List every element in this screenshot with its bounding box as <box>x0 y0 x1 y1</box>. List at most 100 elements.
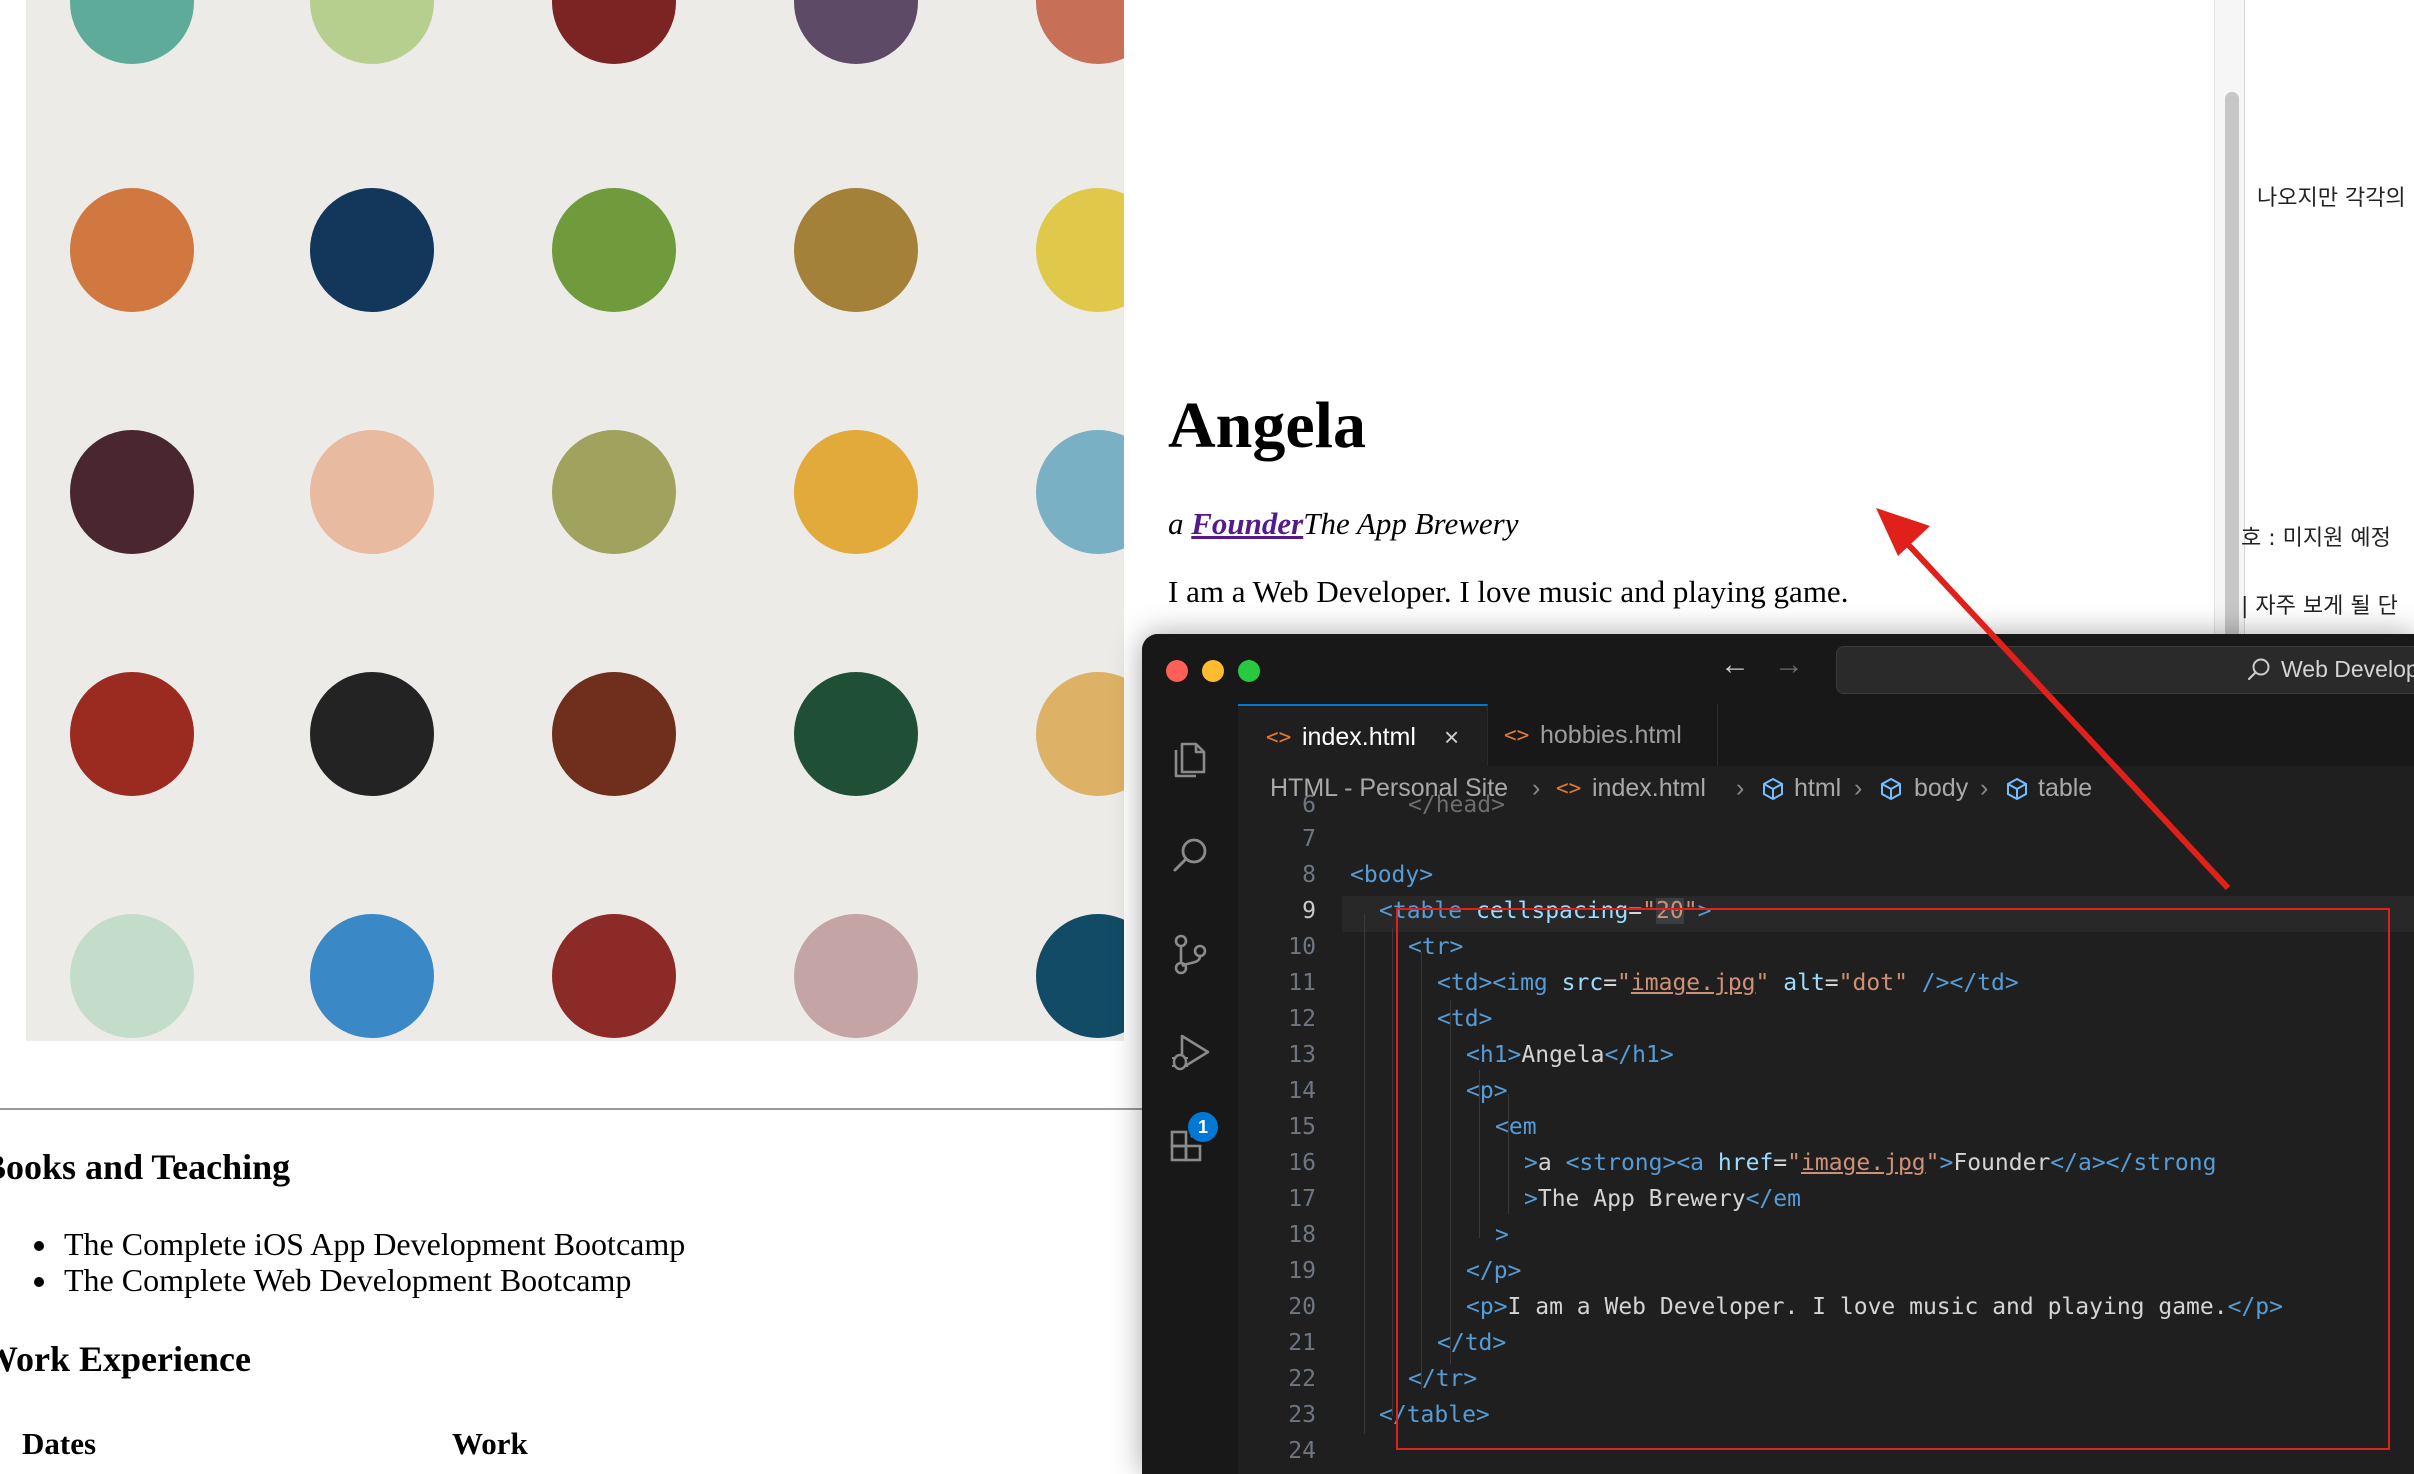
line-number: 24 <box>1288 1438 1316 1464</box>
editor-tabs: <> index.html × <> hobbies.html <box>1238 704 2414 767</box>
element-cube-icon <box>2007 777 2027 801</box>
painted-dot <box>794 672 918 796</box>
painted-dot <box>1036 672 1124 796</box>
search-icon <box>2247 658 2270 681</box>
line-number: 10 <box>1288 934 1316 960</box>
activity-bar: 1 <box>1142 704 1239 1474</box>
painted-dot <box>552 0 676 64</box>
line-number: 14 <box>1288 1078 1316 1104</box>
back-arrow-icon[interactable]: ← <box>1720 648 1750 682</box>
painted-dot <box>70 914 194 1038</box>
tab-hobbies-html[interactable]: <> hobbies.html <box>1488 704 1718 766</box>
element-cube-icon <box>1881 777 1901 801</box>
painted-dot <box>310 188 434 312</box>
command-center-label: Web Development <box>2281 656 2414 682</box>
html-file-icon: <> <box>1556 776 1582 800</box>
line-number: 20 <box>1288 1294 1316 1320</box>
title-bar: ← → Web Development <box>1142 634 2414 705</box>
line-number: 22 <box>1288 1366 1316 1392</box>
annotation-highlight-box <box>1396 908 2390 1450</box>
indent-guide <box>1392 928 1393 1416</box>
tab-label: index.html <box>1302 723 1416 751</box>
painted-dot <box>310 0 434 64</box>
line-number: 11 <box>1288 970 1316 996</box>
background-text: 나오지만 각각의 <box>2257 186 2406 211</box>
breadcrumb-body[interactable]: body <box>1914 766 1968 810</box>
line-number: 18 <box>1288 1222 1316 1248</box>
painted-dot <box>1036 430 1124 554</box>
close-icon[interactable]: × <box>1444 706 1459 768</box>
line-number: 19 <box>1288 1258 1316 1284</box>
chevron-right-icon: › <box>1854 774 1863 802</box>
painted-dot <box>310 430 434 554</box>
painted-dot <box>70 0 194 64</box>
element-cube-icon <box>1763 777 1783 801</box>
table-header-work: Work <box>452 1426 528 1461</box>
explorer-files-icon[interactable] <box>1166 734 1214 782</box>
line-number: 15 <box>1288 1114 1316 1140</box>
painted-dot <box>310 672 434 796</box>
dot-painting-image <box>26 0 1124 1041</box>
painted-dot <box>70 672 194 796</box>
work-heading: Work Experience <box>0 1339 251 1379</box>
chevron-right-icon: › <box>1980 774 1989 802</box>
list-item: The Complete iOS App Development Bootcam… <box>26 1226 685 1262</box>
books-heading: Books and Teaching <box>0 1147 291 1187</box>
painted-dot <box>552 188 676 312</box>
forward-arrow-icon[interactable]: → <box>1774 648 1804 682</box>
painted-dot <box>794 430 918 554</box>
tagline-suffix: The App Brewery <box>1303 506 1519 541</box>
line-number: 7 <box>1302 826 1316 852</box>
line-number: 12 <box>1288 1006 1316 1032</box>
command-center-search[interactable]: Web Development <box>1836 646 2414 694</box>
code-line: </head> <box>1408 792 1505 818</box>
painted-dot <box>794 914 918 1038</box>
painted-dot <box>794 0 918 64</box>
founder-link[interactable]: Founder <box>1191 506 1303 541</box>
source-control-icon[interactable] <box>1166 930 1214 978</box>
painted-dot <box>552 914 676 1038</box>
extensions-badge: 1 <box>1188 1112 1218 1142</box>
table-header-dates: Dates <box>22 1426 97 1461</box>
code-line: <body> <box>1350 862 1434 888</box>
chevron-right-icon: › <box>1532 774 1541 802</box>
background-text: 호 : 미지원 예정 <box>2241 526 2391 551</box>
html-file-icon: <> <box>1266 725 1292 749</box>
tagline-prefix: a <box>1168 506 1192 541</box>
indent-guide <box>1364 914 1365 1434</box>
breadcrumb-file[interactable]: index.html <box>1592 766 1706 810</box>
tab-label: hobbies.html <box>1540 721 1682 749</box>
line-number: 9 <box>1302 898 1316 924</box>
line-number: 8 <box>1302 862 1316 888</box>
horizontal-rule <box>0 1108 1144 1110</box>
html-file-icon: <> <box>1504 723 1530 747</box>
minimize-window-button[interactable] <box>1202 660 1224 682</box>
line-number: 13 <box>1288 1042 1316 1068</box>
run-debug-icon[interactable] <box>1166 1028 1214 1076</box>
books-list: The Complete iOS App Development Bootcam… <box>26 1226 685 1298</box>
line-number: 23 <box>1288 1402 1316 1428</box>
list-item: The Complete Web Development Bootcamp <box>26 1262 685 1298</box>
tab-index-html[interactable]: <> index.html × <box>1238 704 1488 766</box>
painted-dot <box>70 188 194 312</box>
chevron-right-icon: › <box>1736 774 1745 802</box>
line-number: 16 <box>1288 1150 1316 1176</box>
page-heading: Angela <box>1168 389 1366 462</box>
painted-dot <box>1036 914 1124 1038</box>
zoom-window-button[interactable] <box>1238 660 1260 682</box>
painted-dot <box>310 914 434 1038</box>
painted-dot <box>1036 0 1124 64</box>
line-number: 21 <box>1288 1330 1316 1356</box>
painted-dot <box>794 188 918 312</box>
line-number: 17 <box>1288 1186 1316 1212</box>
tagline: a FounderThe App Brewery <box>1168 506 1518 542</box>
painted-dot <box>1036 188 1124 312</box>
painted-dot <box>552 672 676 796</box>
painted-dot <box>552 430 676 554</box>
background-window: 나오지만 각각의 호 : 미지원 예정 | 자주 보게 될 단 <box>2241 0 2414 640</box>
search-icon[interactable] <box>1166 832 1214 880</box>
page-scrollbar-thumb[interactable] <box>2225 92 2239 640</box>
close-window-button[interactable] <box>1166 660 1188 682</box>
breadcrumb-table[interactable]: table <box>2038 766 2092 810</box>
breadcrumb-html[interactable]: html <box>1794 766 1841 810</box>
